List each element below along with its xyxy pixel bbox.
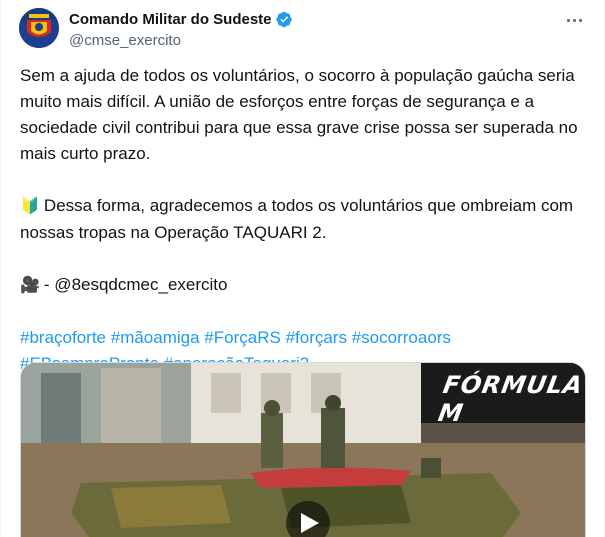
tweet-header: Comando Militar do Sudeste @cmse_exercit… [19, 8, 588, 50]
hashtag-link[interactable]: #braçoforte [20, 328, 106, 347]
video-camera-icon: 🎥 [20, 277, 40, 294]
tweet-paragraph-2-text: Dessa forma, agradecemos a todos os volu… [20, 196, 574, 242]
tweet-text: Sem a ajuda de todos os voluntários, o s… [20, 63, 592, 377]
tweet-paragraph-2: 🔰 Dessa forma, agradecemos a todos os vol… [20, 193, 592, 246]
tweet-credit: 🎥 - @8esqdcmec_exercito [20, 272, 592, 299]
tweet-card: Comando Militar do Sudeste @cmse_exercit… [0, 0, 605, 537]
hashtag-link[interactable]: #socorroaors [352, 328, 451, 347]
hashtag-link[interactable]: #mãoamiga [111, 328, 200, 347]
verified-badge-icon [275, 11, 292, 27]
more-horizontal-icon[interactable] [562, 10, 586, 30]
avatar[interactable] [19, 8, 59, 48]
video-player[interactable]: FÓRMULA M [20, 362, 586, 537]
hashtag-link[interactable]: #ForçaRS [204, 328, 281, 347]
tweet-paragraph-1: Sem a ajuda de todos os voluntários, o s… [20, 66, 578, 163]
author-display-name[interactable]: Comando Militar do Sudeste [69, 11, 272, 28]
hashtag-link[interactable]: #forçars [286, 328, 347, 347]
beginner-badge-icon: 🔰 [20, 198, 40, 215]
storefront-sign: FÓRMULA M [436, 371, 586, 427]
tweet-credit-text: - @8esqdcmec_exercito [43, 275, 228, 294]
cmse-logo-icon [19, 8, 59, 48]
author-handle[interactable]: @cmse_exercito [69, 31, 293, 51]
play-icon[interactable] [286, 501, 330, 537]
